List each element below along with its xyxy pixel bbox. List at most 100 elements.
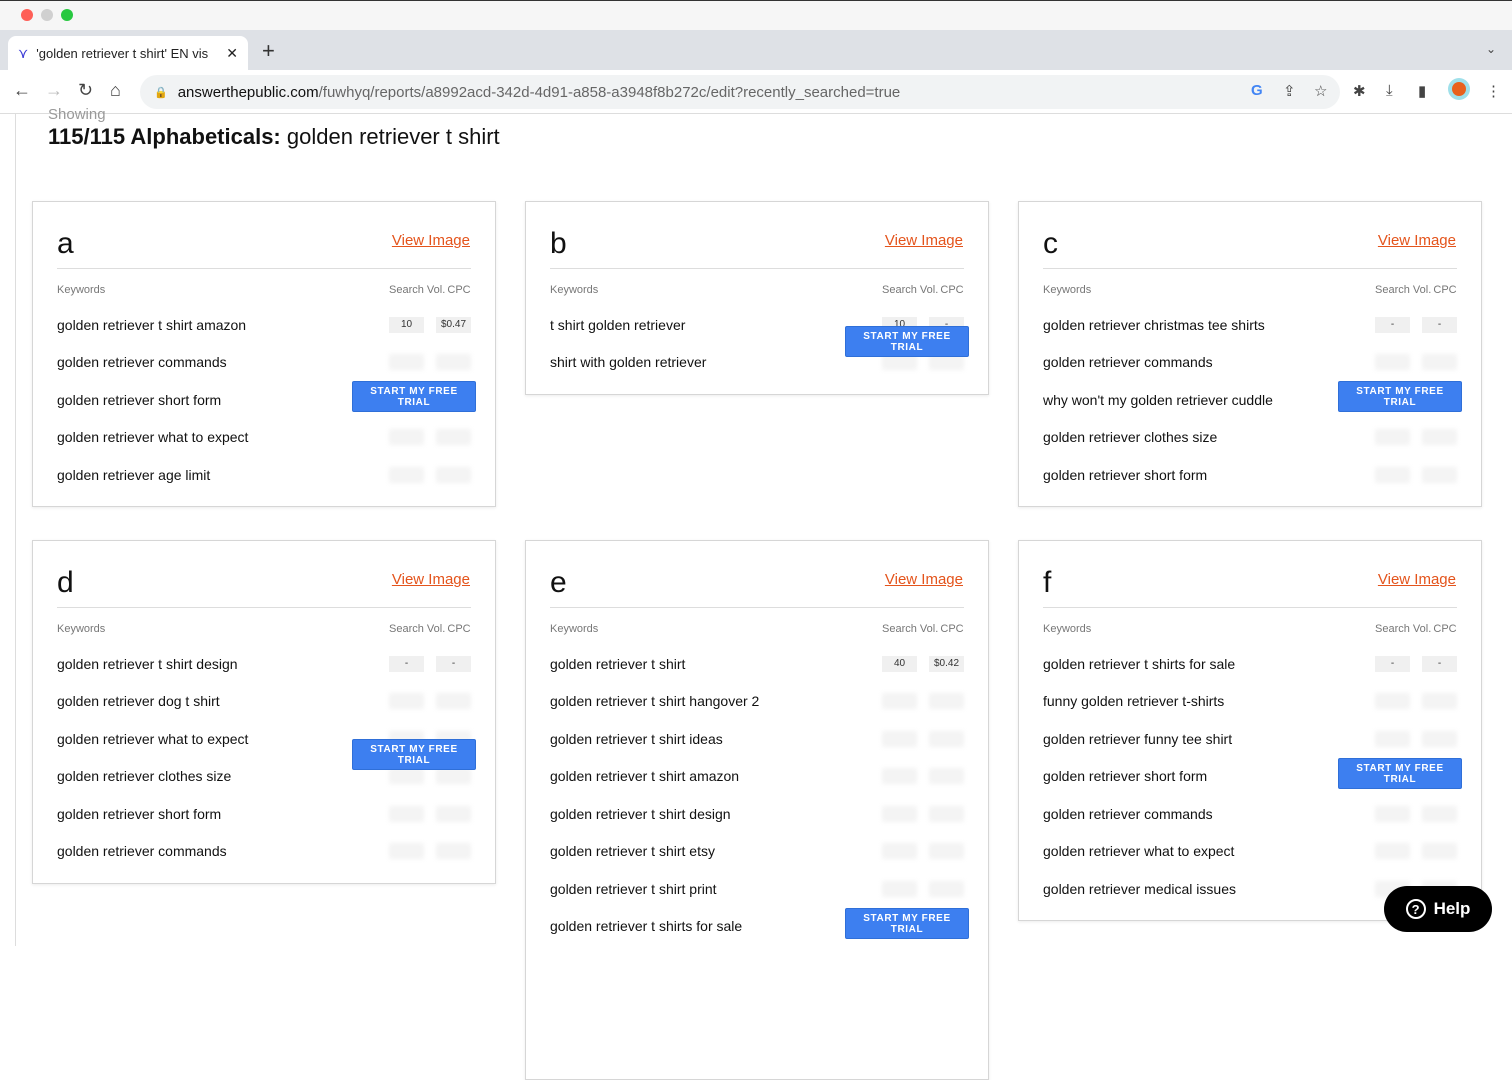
keyword-card-b: b View Image Keywords Search Vol. CPC t shirt… [525, 201, 989, 395]
bookmark-star-icon[interactable]: ☆ [1314, 82, 1327, 100]
lock-icon: 🔒 [154, 86, 168, 99]
keyword-row[interactable]: golden retriever commands [1043, 344, 1457, 382]
search-vol-header: Search Vol. [389, 284, 446, 296]
keyword: golden retriever t shirt [550, 655, 686, 672]
keyword-row[interactable]: golden retriever t shirt hangover 2 [550, 683, 964, 721]
reload-icon[interactable]: ↻ [78, 80, 93, 101]
keyword-row[interactable]: golden retriever age limit [57, 456, 471, 494]
keyword-row[interactable]: golden retriever t shirt amazon 10 $0.47 [57, 306, 471, 344]
google-icon[interactable]: G [1251, 82, 1263, 99]
back-icon[interactable]: ← [13, 80, 31, 101]
keyword-row[interactable]: golden retriever t shirt design [550, 795, 964, 833]
help-button[interactable]: ? Help [1384, 886, 1492, 932]
cpc-header: CPC [940, 284, 964, 296]
cpc-value [929, 693, 964, 710]
keyword-row[interactable]: golden retriever t shirt print [550, 870, 964, 908]
cpc-header: CPC [447, 623, 471, 635]
keyword: golden retriever t shirt print [550, 880, 717, 897]
view-image-link[interactable]: View Image [885, 232, 963, 249]
keyword: golden retriever t shirt design [57, 655, 238, 672]
view-image-link[interactable]: View Image [1378, 571, 1456, 588]
search-volume: - [389, 655, 424, 672]
maximize-window-button[interactable] [61, 9, 73, 21]
home-icon[interactable]: ⌂ [110, 80, 121, 101]
side-panel-icon[interactable]: ▮ [1418, 82, 1426, 100]
cpc-value [436, 693, 471, 710]
url-host: answerthepublic.com [177, 83, 319, 101]
keyword-row[interactable]: funny golden retriever t-shirts [1043, 683, 1457, 721]
close-tab-icon[interactable]: ✕ [226, 45, 238, 62]
start-free-trial-button[interactable]: START MY FREE TRIAL [352, 381, 476, 412]
keyword-card-e: e View Image Keywords Search Vol. CPC golden … [525, 540, 989, 1080]
keyword-row[interactable]: golden retriever t shirt amazon [550, 758, 964, 796]
search-volume [882, 730, 917, 747]
search-vol-header: Search Vol. [882, 284, 939, 296]
search-volume [389, 768, 424, 785]
cpc-value [1422, 805, 1457, 822]
view-image-link[interactable]: View Image [392, 232, 470, 249]
keyword-row[interactable]: golden retriever short form [57, 795, 471, 833]
keyword-row[interactable]: golden retriever funny tee shirt [1043, 720, 1457, 758]
window-titlebar [0, 0, 1512, 30]
view-image-link[interactable]: View Image [885, 571, 963, 588]
keyword-row[interactable]: golden retriever commands [57, 344, 471, 382]
keyword-row[interactable]: golden retriever commands [57, 833, 471, 871]
keyword: golden retriever t shirt design [550, 805, 731, 822]
keyword-row[interactable]: golden retriever t shirt design - - [57, 645, 471, 683]
keyword: golden retriever commands [1043, 354, 1213, 371]
keyword-row[interactable]: golden retriever short form [1043, 456, 1457, 494]
cpc-value [929, 805, 964, 822]
keyword-row[interactable]: golden retriever t shirt etsy [550, 833, 964, 871]
keyword: golden retriever t shirts for sale [550, 918, 743, 935]
keyword: golden retriever t shirt amazon [550, 768, 740, 785]
start-free-trial-button[interactable]: START MY FREE TRIAL [845, 908, 969, 939]
new-tab-icon[interactable]: + [262, 38, 275, 64]
cpc-value: $0.42 [929, 655, 964, 672]
keyword-row[interactable]: golden retriever christmas tee shirts - - [1043, 306, 1457, 344]
profile-avatar[interactable] [1448, 78, 1470, 100]
help-label: Help [1433, 899, 1471, 918]
start-free-trial-button[interactable]: START MY FREE TRIAL [352, 739, 476, 770]
start-free-trial-button[interactable]: START MY FREE TRIAL [1338, 381, 1462, 412]
keyword: golden retriever t shirt hangover 2 [550, 693, 760, 710]
minimize-window-button[interactable] [41, 9, 53, 21]
start-free-trial-button[interactable]: START MY FREE TRIAL [1338, 758, 1462, 789]
extensions-icon[interactable]: ✱ [1353, 82, 1366, 100]
keyword: golden retriever short form [57, 805, 222, 822]
menu-icon[interactable]: ⋮ [1486, 82, 1501, 100]
keyword-row[interactable]: golden retriever commands [1043, 795, 1457, 833]
keyword: golden retriever t shirt amazon [57, 316, 247, 333]
search-volume [1375, 693, 1410, 710]
cpc-value [1422, 730, 1457, 747]
address-bar[interactable]: 🔒 answerthepublic.com/fuwhyq/reports/a89… [140, 75, 1340, 109]
close-window-button[interactable] [21, 9, 33, 21]
cpc-value [929, 843, 964, 860]
keyword-row[interactable]: golden retriever dog t shirt [57, 683, 471, 721]
keyword-row[interactable]: golden retriever t shirts for sale - - [1043, 645, 1457, 683]
cpc-value [929, 730, 964, 747]
chevron-down-icon[interactable]: ⌄ [1486, 42, 1496, 56]
search-vol-header: Search Vol. [882, 623, 939, 635]
keyword-row[interactable]: golden retriever t shirt 40 $0.42 [550, 645, 964, 683]
browser-tab[interactable]: ⋎ 'golden retriever t shirt' EN vis ✕ [8, 36, 248, 70]
keyword-row[interactable]: golden retriever t shirt ideas [550, 720, 964, 758]
showing-label: Showing [48, 106, 106, 123]
view-image-link[interactable]: View Image [392, 571, 470, 588]
keyword-row[interactable]: golden retriever what to expect [57, 419, 471, 457]
keyword-card-a: a View Image Keywords Search Vol. CPC golden … [32, 201, 496, 507]
search-volume [389, 354, 424, 371]
cpc-value: - [436, 655, 471, 672]
keywords-header: Keywords [1043, 623, 1092, 635]
start-free-trial-button[interactable]: START MY FREE TRIAL [845, 326, 969, 357]
view-image-link[interactable]: View Image [1378, 232, 1456, 249]
keyword-row[interactable]: golden retriever what to expect [1043, 833, 1457, 871]
forward-icon[interactable]: → [45, 80, 63, 101]
download-icon[interactable]: ⤓ [1386, 82, 1393, 99]
keyword-card-d: d View Image Keywords Search Vol. CPC golden … [32, 540, 496, 884]
keyword: shirt with golden retriever [550, 354, 707, 371]
keyword: golden retriever t shirt etsy [550, 843, 715, 860]
keyword-row[interactable]: golden retriever clothes size [1043, 419, 1457, 457]
table-header: Keywords Search Vol. CPC [1043, 284, 1457, 306]
share-icon[interactable]: ⇪ [1283, 82, 1296, 100]
cpc-value [929, 768, 964, 785]
